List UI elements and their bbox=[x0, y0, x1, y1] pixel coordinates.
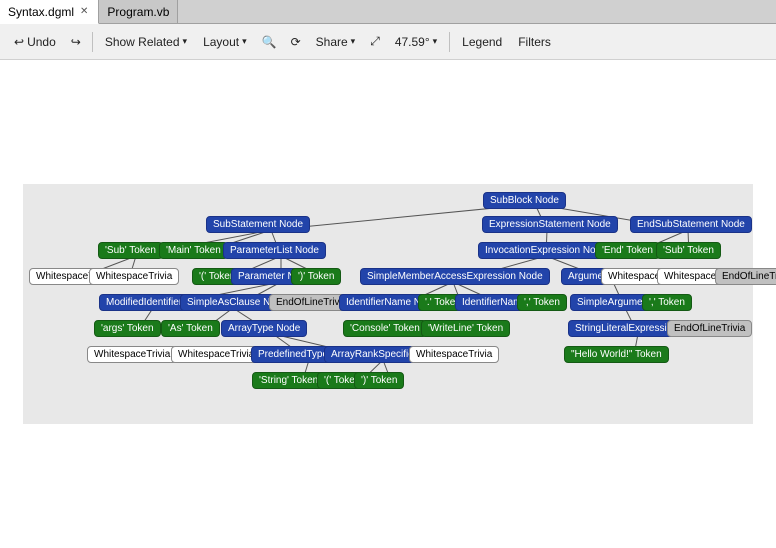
node-comma-token-2[interactable]: ',' Token bbox=[642, 294, 692, 311]
tab-syntax[interactable]: Syntax.dgml ✕ bbox=[0, 0, 99, 24]
search-button[interactable]: 🔍 bbox=[257, 32, 282, 52]
tab-bar: Syntax.dgml ✕ Program.vb bbox=[0, 0, 776, 24]
layout-label: Layout bbox=[203, 35, 239, 49]
node-end-token[interactable]: 'End' Token bbox=[595, 242, 660, 259]
node-string-token[interactable]: 'String' Token bbox=[252, 372, 325, 389]
show-related-label: Show Related bbox=[105, 35, 180, 49]
show-related-arrow: ▾ bbox=[183, 36, 188, 47]
node-args-token[interactable]: 'args' Token bbox=[94, 320, 161, 337]
legend-label: Legend bbox=[462, 35, 502, 49]
show-related-button[interactable]: Show Related ▾ bbox=[99, 32, 193, 52]
node-endsubstatement[interactable]: EndSubStatement Node bbox=[630, 216, 752, 233]
node-whitespace-5[interactable]: WhitespaceTrivia bbox=[87, 346, 177, 363]
search-icon: 🔍 bbox=[262, 35, 277, 49]
node-endoflinetrivia-1[interactable]: EndOfLineTrivia bbox=[715, 268, 776, 285]
node-sub-token-2[interactable]: 'Sub' Token bbox=[656, 242, 721, 259]
node-sub-token-1[interactable]: 'Sub' Token bbox=[98, 242, 163, 259]
node-expressionstatement[interactable]: ExpressionStatement Node bbox=[482, 216, 618, 233]
tab-syntax-label: Syntax.dgml bbox=[8, 5, 74, 19]
layout-arrow: ▾ bbox=[242, 36, 247, 47]
undo-button[interactable]: ↩ Undo bbox=[8, 32, 62, 52]
share-label: Share bbox=[316, 35, 348, 49]
node-whitespace-6[interactable]: WhitespaceTrivia bbox=[171, 346, 261, 363]
node-simplememberaccess[interactable]: SimpleMemberAccessExpression Node bbox=[360, 268, 550, 285]
zoom-button[interactable]: 47.59° ▾ bbox=[389, 32, 443, 52]
node-whitespace-2[interactable]: WhitespaceTrivia bbox=[89, 268, 179, 285]
node-rparen-2[interactable]: ')' Token bbox=[354, 372, 404, 389]
graph-container[interactable]: SubBlock Node SubStatement Node Expressi… bbox=[23, 184, 753, 424]
zoom-label: 47.59° bbox=[395, 35, 430, 49]
undo-icon: ↩ bbox=[14, 35, 24, 49]
node-console-token[interactable]: 'Console' Token bbox=[343, 320, 427, 337]
node-comma-token[interactable]: ',' Token bbox=[517, 294, 567, 311]
node-endoflinetrivia-3[interactable]: EndOfLineTrivia bbox=[667, 320, 752, 337]
zoom-arrow: ▾ bbox=[433, 36, 438, 47]
sep2 bbox=[449, 32, 450, 52]
node-substatement[interactable]: SubStatement Node bbox=[206, 216, 310, 233]
filters-label: Filters bbox=[518, 35, 551, 49]
refresh-button[interactable]: ⟳ bbox=[286, 32, 306, 52]
sep1 bbox=[92, 32, 93, 52]
tab-program-label: Program.vb bbox=[107, 5, 169, 19]
tab-program[interactable]: Program.vb bbox=[99, 0, 178, 23]
node-helloworld-token[interactable]: "Hello World!" Token bbox=[564, 346, 669, 363]
toolbar: ↩ Undo ↪ Show Related ▾ Layout ▾ 🔍 ⟳ Sha… bbox=[0, 24, 776, 60]
node-invocationexpression[interactable]: InvocationExpression Node bbox=[478, 242, 614, 259]
node-as-token[interactable]: 'As' Token bbox=[161, 320, 220, 337]
layout-button[interactable]: Layout ▾ bbox=[197, 32, 253, 52]
tab-syntax-close[interactable]: ✕ bbox=[78, 6, 90, 17]
redo-button[interactable]: ↪ bbox=[66, 32, 86, 52]
refresh-icon: ⟳ bbox=[291, 35, 301, 49]
undo-label: Undo bbox=[27, 35, 56, 49]
main-content: SubBlock Node SubStatement Node Expressi… bbox=[0, 60, 776, 548]
fit-icon: ⤢ bbox=[370, 34, 380, 49]
node-rparen-1[interactable]: ')' Token bbox=[291, 268, 341, 285]
node-whitespace-7[interactable]: WhitespaceTrivia bbox=[409, 346, 499, 363]
share-button[interactable]: Share ▾ bbox=[310, 32, 362, 52]
node-arraytype[interactable]: ArrayType Node bbox=[221, 320, 307, 337]
filters-button[interactable]: Filters bbox=[512, 32, 557, 52]
share-arrow: ▾ bbox=[351, 36, 356, 47]
node-subblock[interactable]: SubBlock Node bbox=[483, 192, 566, 209]
node-writeline-token[interactable]: 'WriteLine' Token bbox=[421, 320, 510, 337]
legend-button[interactable]: Legend bbox=[456, 32, 508, 52]
node-parameterlist[interactable]: ParameterList Node bbox=[223, 242, 326, 259]
redo-icon: ↪ bbox=[71, 35, 81, 49]
node-main-token[interactable]: 'Main' Token bbox=[159, 242, 228, 259]
fit-button[interactable]: ⤢ bbox=[365, 31, 385, 52]
